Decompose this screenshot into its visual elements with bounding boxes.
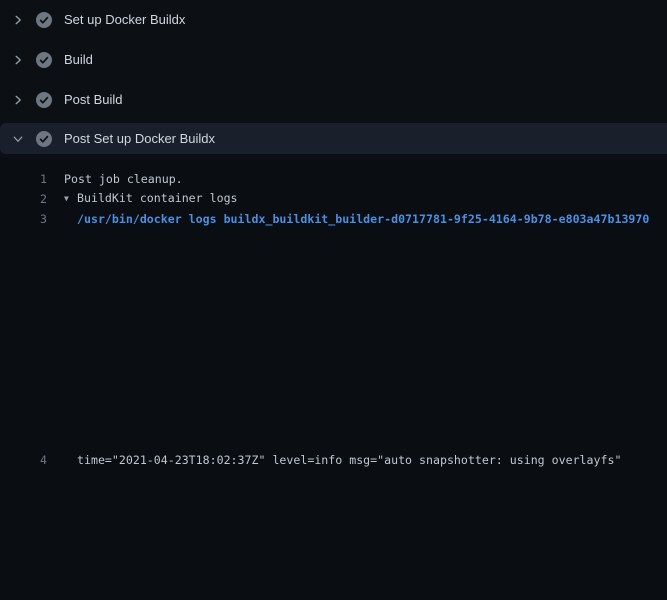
step-row-1[interactable]: Build	[0, 40, 667, 80]
log-line: 3/usr/bin/docker logs buildx_buildkit_bu…	[0, 209, 667, 229]
actions-log-viewer: Set up Docker Buildx Build Post Build Post …	[0, 0, 667, 600]
group-label: BuildKit container logs	[77, 191, 238, 205]
chevron-right-icon	[12, 94, 24, 106]
log-line: 4 time="2021-04-23T18:02:37Z" level=info …	[0, 229, 667, 600]
line-number[interactable]: 4	[0, 450, 47, 470]
step-title: Post Set up Docker Buildx	[64, 131, 215, 147]
chevron-right-icon	[12, 14, 24, 26]
check-circle-icon	[36, 52, 52, 68]
step-title: Set up Docker Buildx	[64, 12, 185, 28]
command-text: /usr/bin/docker logs buildx_buildkit_bui…	[77, 209, 649, 229]
step-title: Post Build	[64, 92, 123, 108]
line-number[interactable]: 2	[0, 189, 47, 209]
steps-list: Set up Docker Buildx Build Post Build Post …	[0, 0, 667, 154]
step-title: Build	[64, 52, 93, 68]
check-circle-icon	[36, 92, 52, 108]
chevron-right-icon	[12, 54, 24, 66]
line-number[interactable]: 1	[0, 169, 47, 189]
log-line: 1 Post job cleanup.	[0, 169, 667, 189]
line-number[interactable]: 3	[0, 209, 47, 229]
log-text: time="2021-04-23T18:02:37Z" level=info m…	[77, 450, 621, 470]
group-text: ▼BuildKit container logs	[64, 188, 238, 210]
step-row-3[interactable]: Post Set up Docker Buildx	[0, 123, 667, 154]
step-row-0[interactable]: Set up Docker Buildx	[0, 0, 667, 40]
step-row-2[interactable]: Post Build	[0, 80, 667, 120]
chevron-down-icon	[12, 133, 24, 145]
group-caret-icon[interactable]: ▼	[64, 189, 77, 209]
check-circle-icon	[36, 131, 52, 147]
log-pane: 1 Post job cleanup. 2 ▼BuildKit container l…	[0, 158, 667, 600]
log-line[interactable]: 2 ▼BuildKit container logs	[0, 189, 667, 209]
log-text: Post job cleanup.	[64, 169, 183, 189]
check-circle-icon	[36, 12, 52, 28]
